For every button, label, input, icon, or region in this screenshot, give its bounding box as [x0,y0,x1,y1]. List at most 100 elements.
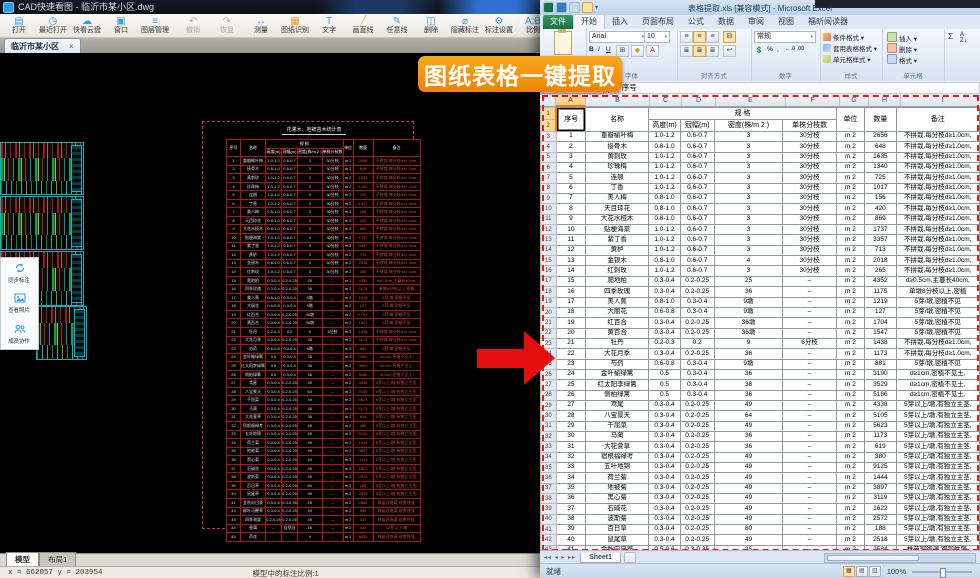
cell[interactable]: 不拼栽,每分枝d≥1.0cm, [373,191,420,200]
cell[interactable]: 五叶地锦 [586,463,649,473]
cell[interactable]: 0.2-0.25 [680,442,714,452]
cell[interactable]: 5芽/墩,密植不见 [896,328,980,338]
cell[interactable]: 序号 [556,108,585,132]
cell[interactable]: – [322,533,343,542]
toolbar-annotation-settings-button[interactable]: ⚙标注设置 [482,14,516,37]
cell[interactable]: 波斯菊 [241,473,266,482]
cell[interactable]: – [322,439,343,448]
cell[interactable]: 鸢尾 [241,379,266,388]
cell[interactable]: 0.3-0.4 [649,318,681,328]
column-header-C[interactable]: C [650,95,682,107]
zoom-slider[interactable] [912,571,972,573]
cell[interactable]: 石碱花 [241,464,266,473]
cell[interactable]: 4 [556,163,585,173]
cell[interactable]: 0.2-0.3 [649,338,681,348]
cell[interactable]: 金银木 [586,256,649,266]
cell[interactable]: m 2 [836,204,864,214]
cell[interactable]: 3119 [353,456,373,465]
cell[interactable]: – [322,481,343,490]
cell[interactable]: 规 格 [266,140,344,149]
cell[interactable]: 0.3-0.4 [266,404,282,413]
cell[interactable]: 4352 [865,276,896,286]
align-bottom-button[interactable]: ≡ [706,31,719,43]
cell[interactable]: 0.2-0.25 [680,463,714,473]
drawing-thumbnail[interactable] [0,142,84,195]
cell[interactable]: 713 [353,251,373,260]
cell[interactable]: d≥0.5cm,主蔓长40cm, [896,276,980,286]
merge-center-button[interactable]: ⊟ [723,31,736,43]
cell[interactable]: 265 [353,268,373,277]
cell[interactable]: m 2 [343,251,353,260]
cell[interactable]: – [322,516,343,525]
cell[interactable]: 0.6-0.7 [680,214,714,224]
cell[interactable]: 马蔺 [586,431,649,441]
ribbon-tab-页面布局[interactable]: 页面布局 [635,15,681,29]
cell[interactable]: 0.2-0.25 [282,396,298,405]
cell[interactable]: 25 [714,276,783,286]
cell[interactable]: 23 [227,345,241,354]
cell[interactable]: 0.5 [649,369,681,379]
cell[interactable]: 5芽/墩,密植不见 [896,297,980,307]
row-header[interactable]: 30 [541,411,557,421]
cell[interactable]: 2518 [865,535,896,545]
cell[interactable]: 5芽/墩,密植不见 [896,307,980,317]
cell[interactable]: – [783,411,836,421]
cell[interactable]: 0.3-0.4 [266,473,282,482]
cell[interactable]: 1704 [353,310,373,319]
cell[interactable]: 1438 [865,338,896,348]
cell[interactable]: 芍药 [241,345,266,354]
cell[interactable]: m 2 [836,328,864,338]
cell[interactable]: 3 [714,183,783,193]
cell[interactable]: 4 [298,533,323,542]
cell[interactable]: 20 [556,328,585,338]
cell[interactable]: m 2 [343,379,353,388]
cell[interactable]: 5芽/墩,密植不见 [896,318,980,328]
cell[interactable]: m 2 [343,310,353,319]
cell[interactable]: 25 [556,380,585,390]
cell[interactable]: d≥1cm,密植不见土, [896,369,980,379]
cell[interactable]: 0.3-0.4 [266,336,282,345]
cell[interactable]: 0.8-1.0 [266,208,282,217]
cell[interactable]: – [322,464,343,473]
cell[interactable]: 13 [556,256,585,266]
cell[interactable]: 重瓣榆叶梅 [586,132,649,142]
cell[interactable]: 丁香 [586,183,649,193]
cell[interactable]: 0.3-0.4 [680,307,714,317]
horizontal-scrollbar[interactable] [824,553,976,563]
cell[interactable]: 36 [714,287,783,297]
cell[interactable]: 30分枝 [322,174,343,183]
cell[interactable]: 4 [227,182,241,191]
cell[interactable]: 3 [298,234,323,243]
cell[interactable]: 422 [353,524,373,533]
cell[interactable]: 天目琼花 [586,204,649,214]
cell[interactable]: 1 [556,132,585,142]
cell[interactable]: 0.6-0.7 [680,163,714,173]
toolbar-draw-line-button[interactable]: ╱画直线 [346,14,380,37]
cell[interactable]: 347 [353,516,373,525]
cell[interactable]: 36 [714,390,783,400]
cell[interactable]: 数量 [353,140,373,157]
cell[interactable]: 0.2-0.25 [282,336,298,345]
cell[interactable]: 10 [556,225,585,235]
cell[interactable]: 49 [298,456,323,465]
cell[interactable]: 5芽以上/墩,有独立主茎, [373,396,420,405]
cell[interactable]: 5芽以上/墩,有独立主茎, [896,504,980,514]
row-header[interactable]: 10 [541,204,557,214]
cell[interactable]: 美人梅 [241,208,266,217]
cell[interactable]: 珍珠梅 [241,182,266,191]
cell[interactable]: 1.0-1.2 [649,173,681,183]
cell[interactable]: 4338 [865,400,896,410]
cell[interactable]: 40 [556,535,585,545]
cell[interactable]: 不拼栽,每分枝d≥1.0cm, [896,214,980,224]
cell[interactable]: 黄百合 [586,328,649,338]
cell[interactable]: – [322,490,343,499]
cell[interactable]: 34 [227,439,241,448]
cell[interactable]: 49 [298,396,323,405]
cell[interactable]: 不拼栽,每分枝d≥1.0cm, [896,256,980,266]
cell[interactable]: 0.6-0.7 [680,152,714,162]
decimal-buttons[interactable]: ←.0 .00 [785,46,804,52]
cell[interactable]: 24 [556,369,585,379]
cell[interactable]: 不拼栽,每分枝d≥1.0cm, [896,235,980,245]
cell[interactable]: 1.0-1.2 [649,163,681,173]
cell[interactable]: m 2 [343,268,353,277]
